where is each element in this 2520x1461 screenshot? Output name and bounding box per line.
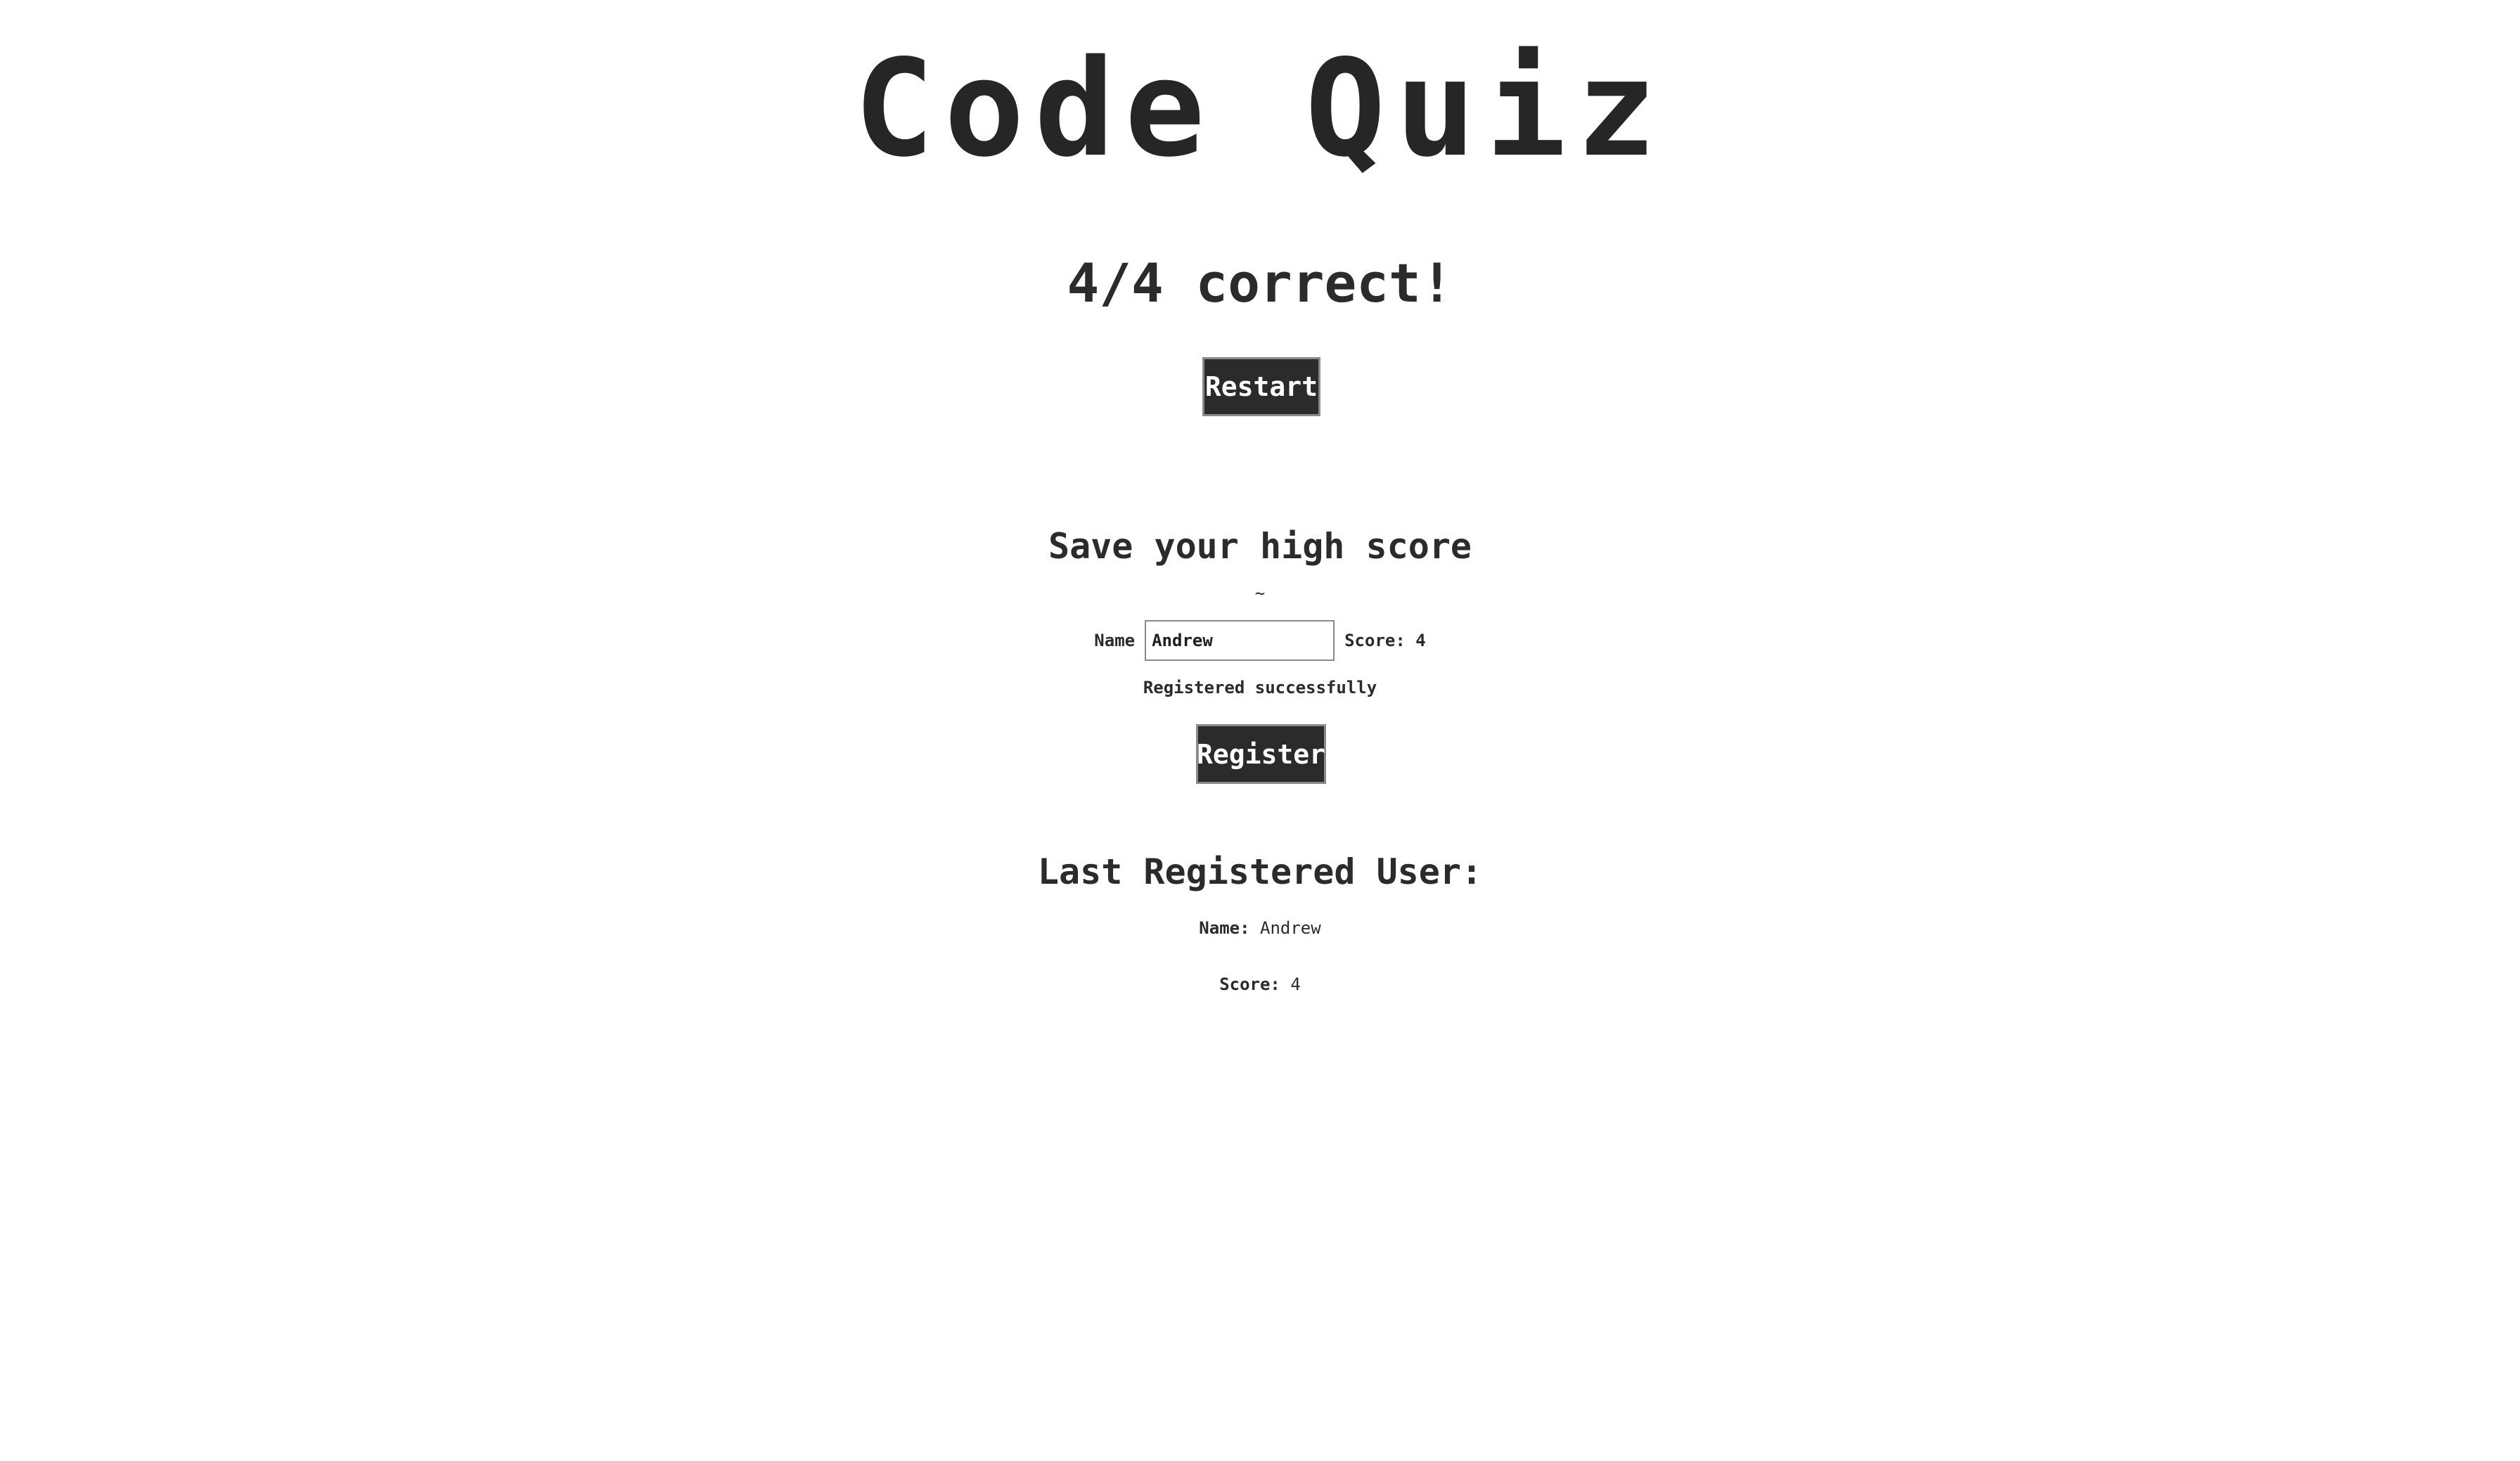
highscore-title: Save your high score	[1048, 526, 1472, 567]
page: Code Quiz 4/4 correct! Restart Save your…	[0, 0, 2520, 1461]
last-user-name: Name: Andrew	[0, 920, 2520, 937]
last-user-title: Last Registered User:	[1037, 851, 1483, 892]
last-user-score: Score: 4	[0, 976, 2520, 993]
name-label: Name	[1094, 631, 1136, 650]
last-user-name-value: Andrew	[1260, 918, 1321, 938]
highscore-form: Name Score: 4	[0, 620, 2520, 661]
register-button[interactable]: Register	[1196, 724, 1326, 784]
score-display: Score: 4	[1344, 631, 1426, 650]
last-user-name-key: Name:	[1199, 918, 1250, 938]
name-input[interactable]	[1145, 620, 1335, 661]
decorative-tilde: ~	[1254, 584, 1266, 603]
status-message: Registered successfully	[1143, 678, 1377, 697]
result-text: 4/4 correct!	[1067, 252, 1453, 314]
restart-button[interactable]: Restart	[1202, 357, 1320, 416]
last-user-score-key: Score:	[1219, 974, 1280, 994]
app-title: Code Quiz	[854, 31, 1666, 186]
last-user-score-value: 4	[1290, 974, 1301, 994]
